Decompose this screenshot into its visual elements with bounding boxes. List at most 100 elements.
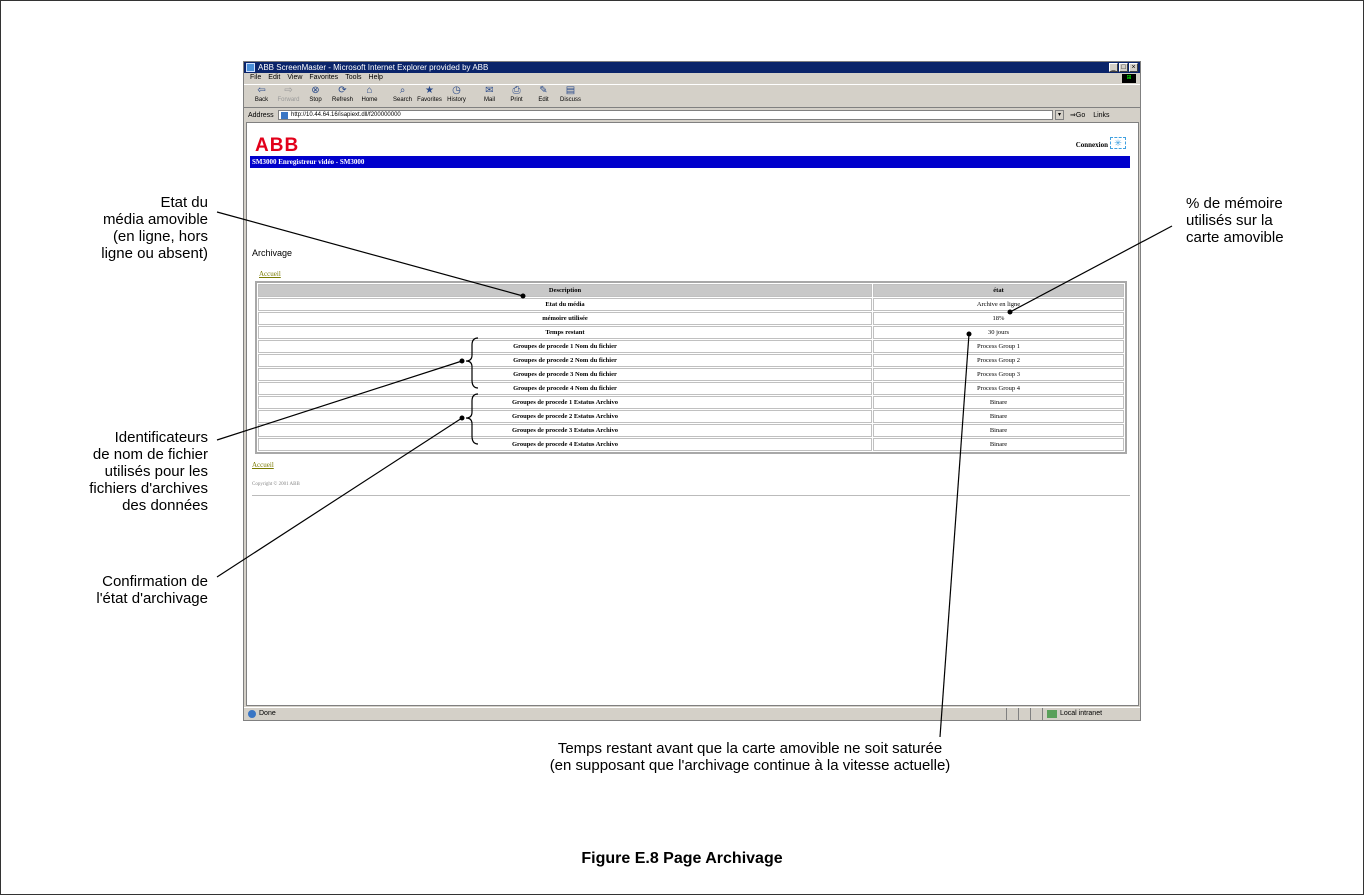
zone-text: Local intranet	[1060, 710, 1103, 717]
table-row: Groupes de procede 3 Nom du fichier Proce…	[258, 368, 1124, 381]
stop-button[interactable]: ⊗ Stop	[302, 85, 329, 103]
address-value: http://10.44.64.16/isapiext.dll/f2000000…	[291, 112, 401, 118]
menu-file[interactable]: File	[250, 73, 261, 83]
favorites-button[interactable]: ★ Favorites	[416, 85, 443, 103]
annotation-line: média amovible	[102, 211, 208, 228]
minimize-icon[interactable]: _	[1109, 63, 1118, 72]
annotation-line: carte amovible	[1186, 229, 1284, 246]
connexion-icon[interactable]: ✳	[1110, 137, 1126, 149]
back-button[interactable]: ⇦ Back	[248, 85, 275, 103]
annotation-line: utilisés pour les	[104, 463, 208, 480]
page-content: ABB Connexion ✳ SM3000 Enregistreur vidé…	[246, 122, 1139, 706]
table-row: Temps restant 30 jours	[258, 326, 1124, 339]
ie-status-icon	[248, 710, 256, 718]
search-button[interactable]: ⌕ Search	[389, 85, 416, 103]
divider	[252, 495, 1130, 496]
annotation-line: % de mémoire	[1186, 195, 1283, 212]
forward-button[interactable]: ⇨ Forward	[275, 85, 302, 103]
back-arrow-icon: ⇦	[257, 85, 266, 96]
menu-tools[interactable]: Tools	[345, 73, 361, 83]
row-value: Archive en ligne	[873, 298, 1124, 311]
status-bar: Done Local intranet	[244, 707, 1140, 720]
go-button[interactable]: ⇒Go	[1070, 111, 1085, 119]
links-button[interactable]: Links	[1093, 112, 1109, 119]
annotation-archive-confirm: Confirmation de l'état d'archivage	[40, 573, 208, 607]
column-header-etat: état	[873, 284, 1124, 297]
annotation-line: Identificateurs	[114, 429, 208, 446]
address-dropdown-icon[interactable]: ▾	[1055, 110, 1064, 120]
home-icon: ⌂	[366, 85, 373, 96]
search-icon: ⌕	[399, 85, 406, 96]
status-main: Done	[244, 708, 1006, 720]
row-value: 18%	[873, 312, 1124, 325]
window-controls: _ □ ×	[1109, 63, 1138, 72]
home-button[interactable]: ⌂ Home	[356, 85, 383, 103]
annotation-line: Confirmation de	[102, 573, 208, 590]
favorites-icon: ★	[425, 85, 434, 96]
row-value: Binare	[873, 424, 1124, 437]
table-row: Groupes de procede 2 Nom du fichier Proce…	[258, 354, 1124, 367]
windows-logo-icon: ⊞	[1122, 74, 1136, 83]
title-bar: ABB ScreenMaster - Microsoft Internet Ex…	[244, 62, 1140, 73]
history-button[interactable]: ◷ History	[443, 85, 470, 103]
menu-view[interactable]: View	[287, 73, 302, 83]
row-description: Groupes de procede 1 Nom du fichier	[258, 340, 872, 353]
table-header-row: Description état	[258, 284, 1124, 297]
address-bar: Address http://10.44.64.16/isapiext.dll/…	[244, 109, 1140, 121]
annotation-time-remaining: Temps restant avant que la carte amovibl…	[420, 740, 1080, 774]
close-icon[interactable]: ×	[1129, 63, 1138, 72]
row-description: Groupes de procede 4 Nom du fichier	[258, 382, 872, 395]
menu-help[interactable]: Help	[369, 73, 383, 83]
menu-favorites[interactable]: Favorites	[309, 73, 338, 83]
intranet-zone-icon	[1047, 710, 1057, 718]
status-text: Done	[259, 710, 276, 717]
refresh-icon: ⟳	[338, 85, 347, 96]
status-cell	[1018, 708, 1030, 720]
annotation-media-state: Etat du média amovible (en ligne, hors l…	[40, 194, 208, 262]
column-header-description: Description	[258, 284, 872, 297]
print-button[interactable]: ⎙ Print	[503, 85, 530, 103]
connexion-link[interactable]: Connexion	[1076, 141, 1108, 149]
table-row: Etat du média Archive en ligne	[258, 298, 1124, 311]
refresh-button[interactable]: ⟳ Refresh	[329, 85, 356, 103]
page-banner: SM3000 Enregistreur vidéo - SM3000	[250, 156, 1130, 168]
security-zone: Local intranet	[1042, 708, 1140, 720]
row-value: 30 jours	[873, 326, 1124, 339]
table-row: mémoire utilisée 18%	[258, 312, 1124, 325]
annotation-line: utilisés sur la	[1186, 212, 1273, 229]
accueil-link-top[interactable]: Accueil	[259, 270, 281, 278]
table-row: Groupes de procede 4 Nom du fichier Proce…	[258, 382, 1124, 395]
edit-icon: ✎	[539, 85, 548, 96]
menu-bar: File Edit View Favorites Tools Help	[244, 73, 1140, 83]
discuss-icon: ▤	[565, 85, 576, 96]
print-icon: ⎙	[512, 85, 521, 96]
row-description: mémoire utilisée	[258, 312, 872, 325]
annotation-line: Etat du	[160, 194, 208, 211]
annotation-line: de nom de fichier	[92, 446, 208, 463]
page-icon	[281, 112, 288, 119]
copyright-text: Copyright © 2001 ABB	[252, 482, 300, 487]
row-description: Groupes de procede 3 Estatus Archivo	[258, 424, 872, 437]
figure-caption: Figure E.8 Page Archivage	[581, 850, 783, 867]
discuss-button[interactable]: ▤ Discuss	[557, 85, 584, 103]
status-cell	[1030, 708, 1042, 720]
mail-button[interactable]: ✉ Mail	[476, 85, 503, 103]
row-description: Temps restant	[258, 326, 872, 339]
row-value: Process Group 3	[873, 368, 1124, 381]
accueil-link-bottom[interactable]: Accueil	[252, 461, 274, 469]
edit-button[interactable]: ✎ Edit	[530, 85, 557, 103]
browser-window: ABB ScreenMaster - Microsoft Internet Ex…	[243, 61, 1141, 721]
row-description: Groupes de procede 1 Estatus Archivo	[258, 396, 872, 409]
address-input[interactable]: http://10.44.64.16/isapiext.dll/f2000000…	[278, 110, 1053, 120]
archive-table: Description état Etat du média Archive en…	[255, 281, 1127, 454]
abb-logo: ABB	[255, 135, 300, 156]
mail-icon: ✉	[485, 85, 494, 96]
page-title: Archivage	[252, 248, 293, 258]
row-value: Binare	[873, 410, 1124, 423]
maximize-icon[interactable]: □	[1119, 63, 1128, 72]
forward-arrow-icon: ⇨	[284, 85, 293, 96]
menu-edit[interactable]: Edit	[268, 73, 280, 83]
annotation-line: (en ligne, hors	[112, 228, 208, 245]
annotation-line: (en supposant que l'archivage continue à…	[549, 757, 951, 774]
address-label: Address	[248, 111, 274, 119]
